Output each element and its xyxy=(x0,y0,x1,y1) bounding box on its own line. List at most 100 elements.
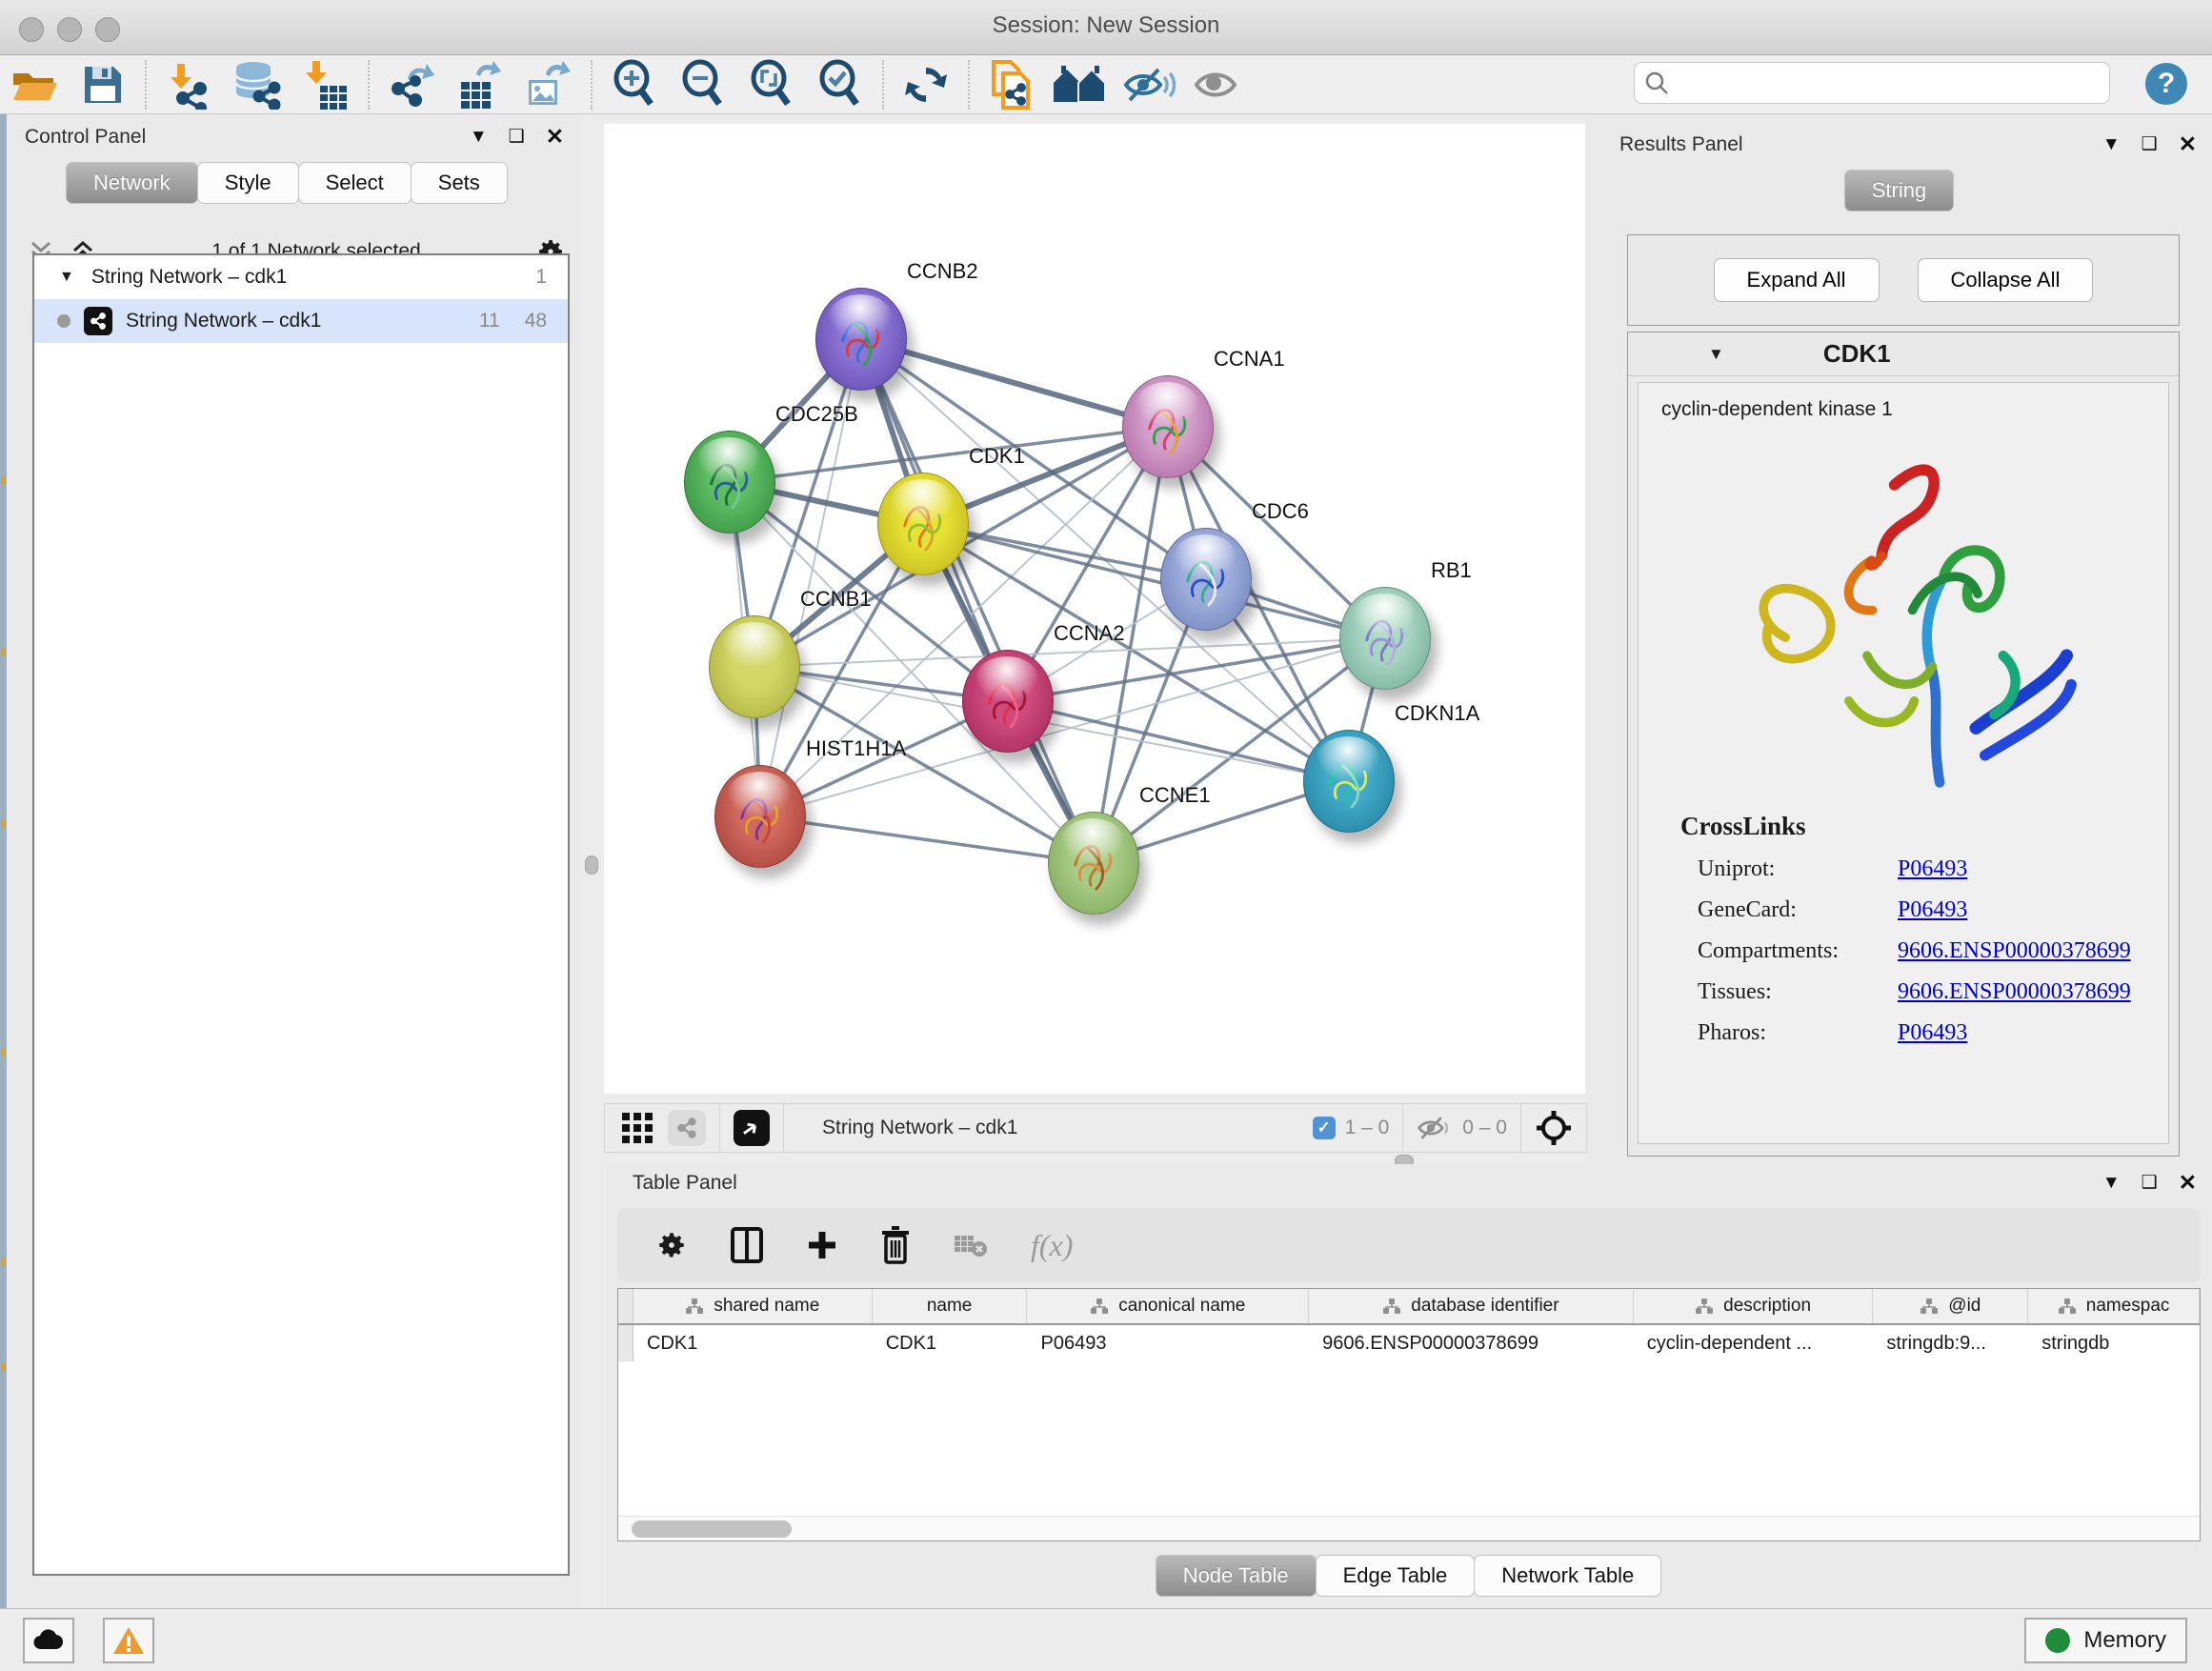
control-panel-menu-button[interactable]: ▼ xyxy=(470,127,488,148)
help-button[interactable]: ? xyxy=(2145,63,2187,105)
table-cell[interactable]: stringdb:9... xyxy=(1873,1325,2028,1361)
table-panel-close-button[interactable]: ✕ xyxy=(2179,1170,2197,1196)
network-node-cdc25b[interactable] xyxy=(684,431,775,534)
cloud-status-button[interactable] xyxy=(23,1618,74,1663)
left-splitter-handle[interactable] xyxy=(585,856,598,875)
network-node-ccnb1[interactable] xyxy=(709,615,800,718)
refresh-icon xyxy=(902,61,950,109)
protein-thumbnail-icon xyxy=(733,785,788,848)
crosshair-icon[interactable] xyxy=(1535,1109,1573,1147)
gene-entry-header[interactable]: ▼ CDK1 xyxy=(1628,332,2179,376)
tree-expand-icon[interactable]: ▼ xyxy=(59,269,74,286)
table-options-gear-icon[interactable] xyxy=(655,1229,688,1261)
crosslink-link-uniprot[interactable]: P06493 xyxy=(1898,856,1967,882)
crosslink-label: Uniprot: xyxy=(1698,856,1898,882)
search-input[interactable] xyxy=(1669,72,2088,94)
network-canvas[interactable]: CCNB2CCNA1CDC25BCDK1CDC6RB1CCNB1CCNA2CDK… xyxy=(604,124,1585,1094)
results-panel-float-button[interactable]: ❑ xyxy=(2142,133,2158,155)
table-panel-tabs: Node TableEdge TableNetwork Table xyxy=(1156,1555,1662,1597)
show-columns-icon[interactable] xyxy=(730,1226,764,1264)
tab-style[interactable]: Style xyxy=(197,162,299,204)
memory-button[interactable]: Memory xyxy=(2024,1618,2187,1663)
tab-select[interactable]: Select xyxy=(298,162,412,204)
import-network-button[interactable] xyxy=(154,58,223,111)
zoom-selected-button[interactable] xyxy=(806,58,875,111)
search-icon xyxy=(1644,70,1669,95)
table-cell[interactable]: CDK1 xyxy=(633,1325,873,1361)
tab-edge-table[interactable]: Edge Table xyxy=(1316,1555,1476,1597)
network-node-ccne1[interactable] xyxy=(1048,812,1139,915)
collapse-all-button[interactable]: Collapse All xyxy=(1918,258,2094,302)
table-panel-float-button[interactable]: ❑ xyxy=(2142,1172,2158,1194)
crosslink-link-compartments[interactable]: 9606.ENSP00000378699 xyxy=(1898,938,2131,964)
control-panel-tabs: NetworkStyleSelectSets xyxy=(67,162,508,204)
control-panel-float-button[interactable]: ❑ xyxy=(509,126,525,148)
selected-counts: 1 – 0 xyxy=(1345,1117,1390,1139)
crosslink-row: Compartments:9606.ENSP00000378699 xyxy=(1639,938,2168,964)
results-panel-close-button[interactable]: ✕ xyxy=(2179,131,2197,157)
zoom-out-button[interactable] xyxy=(669,58,737,111)
column-header-database-identifier[interactable]: database identifier xyxy=(1309,1289,1634,1323)
open-session-button[interactable] xyxy=(0,58,69,111)
table-cell[interactable]: P06493 xyxy=(1028,1325,1310,1361)
zoom-fit-button[interactable] xyxy=(737,58,806,111)
column-header-namespac[interactable]: namespac xyxy=(2028,1289,2200,1323)
tab-network-table[interactable]: Network Table xyxy=(1474,1555,1661,1597)
entry-collapse-icon[interactable]: ▼ xyxy=(1708,345,1724,364)
selected-checkbox-icon[interactable]: ✓ xyxy=(1313,1117,1336,1139)
export-network-button[interactable] xyxy=(377,58,446,111)
column-header-shared-name[interactable]: shared name xyxy=(633,1289,873,1323)
export-image-button[interactable] xyxy=(514,58,583,111)
import-network-from-database-button[interactable] xyxy=(223,58,292,111)
string-home-button[interactable] xyxy=(1046,58,1115,111)
table-cell[interactable]: stringdb xyxy=(2028,1325,2200,1361)
apply-style-refresh-button[interactable] xyxy=(892,58,960,111)
delete-column-trash-icon[interactable] xyxy=(880,1226,911,1264)
table-cell[interactable]: 9606.ENSP00000378699 xyxy=(1309,1325,1634,1361)
column-header-description[interactable]: description xyxy=(1634,1289,1874,1323)
column-header-id[interactable]: @id xyxy=(1873,1289,2028,1323)
network-node-hist1h1a[interactable] xyxy=(714,765,806,868)
clone-network-button[interactable] xyxy=(977,58,1046,111)
network-node-ccna1[interactable] xyxy=(1122,375,1214,478)
network-node-cdk1[interactable] xyxy=(877,473,969,575)
table-panel-menu-button[interactable]: ▼ xyxy=(2102,1173,2121,1194)
expand-all-button[interactable]: Expand All xyxy=(1714,258,1880,302)
results-panel-menu-button[interactable]: ▼ xyxy=(2102,134,2121,155)
crosslink-link-genecard[interactable]: P06493 xyxy=(1898,897,1967,923)
grid-view-icon[interactable] xyxy=(620,1111,654,1145)
column-header-canonical-name[interactable]: canonical name xyxy=(1027,1289,1309,1323)
network-thumbnail-icon[interactable] xyxy=(668,1110,706,1146)
column-header-name[interactable]: name xyxy=(873,1289,1028,1323)
network-icon xyxy=(84,307,112,335)
table-cell[interactable]: cyclin-dependent ... xyxy=(1634,1325,1874,1361)
create-column-plus-icon[interactable] xyxy=(806,1229,838,1261)
show-hidden-button[interactable] xyxy=(1183,58,1252,111)
warnings-button[interactable] xyxy=(103,1618,154,1663)
hscrollbar-thumb[interactable] xyxy=(632,1520,792,1538)
birdseye-view-button[interactable] xyxy=(734,1110,770,1146)
crosslink-link-tissues[interactable]: 9606.ENSP00000378699 xyxy=(1898,979,2131,1005)
table-row[interactable]: CDK1CDK1P064939606.ENSP00000378699cyclin… xyxy=(618,1325,2200,1361)
network-node-ccna2[interactable] xyxy=(962,650,1054,753)
network-row-selected[interactable]: String Network – cdk1 1148 xyxy=(34,299,568,343)
table-hscrollbar[interactable] xyxy=(618,1516,2200,1540)
network-node-cdkn1a[interactable] xyxy=(1303,730,1395,833)
table-cell[interactable]: CDK1 xyxy=(873,1325,1028,1361)
control-panel-close-button[interactable]: ✕ xyxy=(546,124,564,150)
export-table-button[interactable] xyxy=(446,58,514,111)
tab-sets[interactable]: Sets xyxy=(411,162,508,204)
network-collection-row[interactable]: ▼ String Network – cdk1 1 xyxy=(34,255,568,299)
tab-network[interactable]: Network xyxy=(66,162,198,204)
network-node-rb1[interactable] xyxy=(1339,587,1431,690)
tab-node-table[interactable]: Node Table xyxy=(1156,1555,1317,1597)
network-node-ccnb2[interactable] xyxy=(815,288,907,391)
save-session-button[interactable] xyxy=(69,58,137,111)
left-edge-strip xyxy=(0,114,7,1608)
zoom-in-button[interactable] xyxy=(600,58,669,111)
network-node-cdc6[interactable] xyxy=(1160,528,1252,631)
hide-glass-effect-button[interactable] xyxy=(1115,58,1183,111)
tab-string[interactable]: String xyxy=(1844,170,1954,211)
import-table-button[interactable] xyxy=(292,58,360,111)
crosslink-link-pharos[interactable]: P06493 xyxy=(1898,1020,1967,1046)
